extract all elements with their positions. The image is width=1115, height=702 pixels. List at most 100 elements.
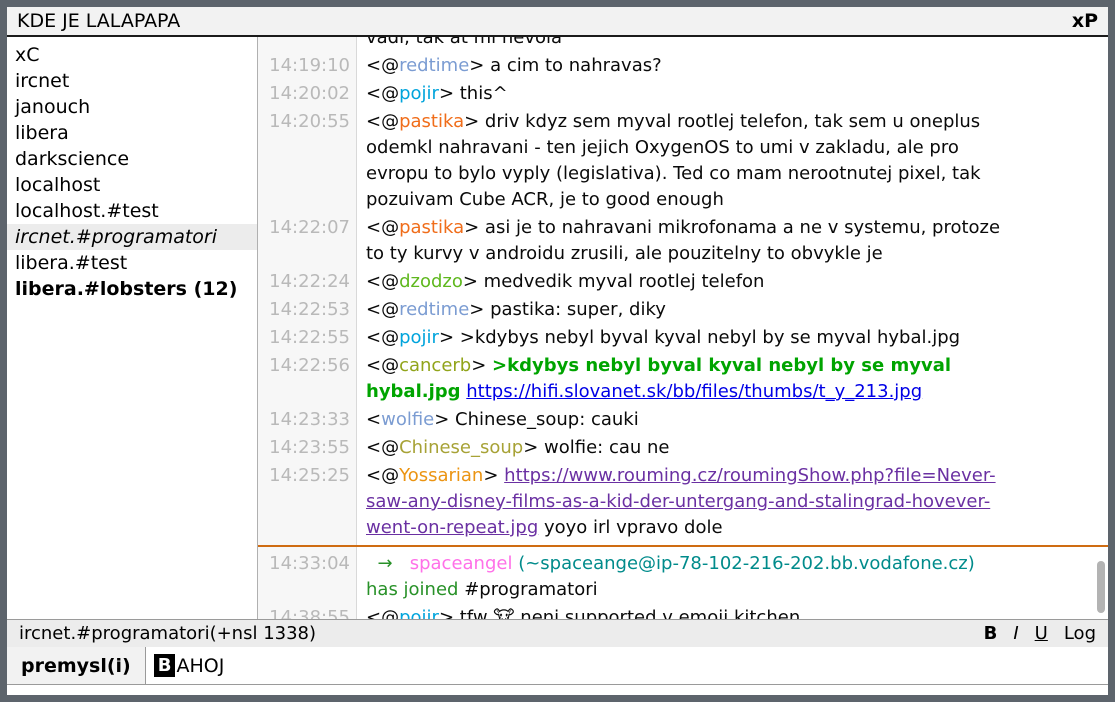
nick-or-colored-text: → [377, 553, 392, 574]
message-text: > [483, 465, 504, 486]
nick-or-colored-text: Chinese_soup [399, 437, 523, 458]
message-row: 14:22:24<@dzodzo> medvedik myval rootlej… [258, 269, 1108, 295]
timestamp: 14:22:07 [258, 215, 357, 267]
message-text: <@ [366, 327, 399, 348]
message-text: > a cim to nahravas? [469, 55, 661, 76]
chat-area: vadi, tak at mi nevola14:19:10<@redtime>… [258, 37, 1108, 619]
message-body: <@Yossarian> https://www.rouming.cz/roum… [357, 463, 1108, 541]
sidebar-item[interactable]: darkscience [7, 146, 257, 172]
sidebar-item[interactable]: localhost [7, 172, 257, 198]
nick-or-colored-text: pastika [399, 217, 464, 238]
timestamp [258, 37, 357, 51]
message-row: 14:23:33 <wolfie> Chinese_soup: cauki [258, 407, 1108, 433]
nick-or-colored-text: pojir [399, 83, 439, 104]
message-body: <@redtime> pastika: super, diky [357, 297, 1108, 323]
timestamp: 14:22:24 [258, 269, 357, 295]
message-text: > pastika: super, diky [469, 299, 666, 320]
timestamp: 14:19:10 [258, 53, 357, 79]
message-text: #programatori [458, 579, 597, 600]
sidebar-item[interactable]: janouch [7, 94, 257, 120]
timestamp: 14:23:33 [258, 407, 357, 433]
nick-or-colored-text: pojir [399, 327, 439, 348]
message-body: <@dzodzo> medvedik myval rootlej telefon [357, 269, 1108, 295]
nick-or-colored-text: wolfie [381, 409, 434, 430]
message-body: <@pastika> asi je to nahravani mikrofona… [357, 215, 1108, 267]
sidebar-item[interactable]: ircnet.#programatori [7, 224, 257, 250]
message-input[interactable]: B AHOJ [146, 647, 1108, 684]
bottom-strip [7, 685, 1108, 695]
message-row: 14:22:07<@pastika> asi je to nahravani m… [258, 215, 1108, 267]
sidebar-item[interactable]: xC [7, 42, 257, 68]
log-button[interactable]: Log [1064, 623, 1096, 644]
message-row: 14:23:55<@Chinese_soup> wolfie: cau ne [258, 435, 1108, 461]
message-text: vadi, tak at mi nevola [366, 37, 562, 48]
message-body: <@cancerb> >kdybys nebyl byval kyval neb… [357, 353, 1108, 405]
message-body: vadi, tak at mi nevola [357, 37, 1108, 51]
message-text: <@ [366, 83, 399, 104]
message-text: <@ [366, 355, 399, 376]
timestamp: 14:33:04 [258, 551, 357, 603]
message-row: vadi, tak at mi nevola [258, 37, 1108, 51]
nick-or-colored-text: (~spaceange@ip-78-102-216-202.bb.vodafon… [518, 553, 975, 574]
message-row: 14:33:04 → spaceangel (~spaceange@ip-78-… [258, 551, 1108, 603]
message-text: <@ [366, 465, 399, 486]
message-row: 14:19:10<@redtime> a cim to nahravas? [258, 53, 1108, 79]
message-body: <@pojir> tfw 🐮 neni supported v emoji ki… [357, 605, 1108, 619]
message-body: <@Chinese_soup> wolfie: cau ne [357, 435, 1108, 461]
message-link[interactable]: https://hifi.slovanet.sk/bb/files/thumbs… [466, 381, 922, 402]
message-text: > wolfie: cau ne [523, 437, 669, 458]
timestamp: 14:38:55 [258, 605, 357, 619]
message-text: > medvedik myval rootlej telefon [463, 271, 765, 292]
message-row: 14:22:55<@pojir> >kdybys nebyl byval kyv… [258, 325, 1108, 351]
nick-or-colored-text: redtime [399, 299, 469, 320]
chat-messages: vadi, tak at mi nevola14:19:10<@redtime>… [258, 37, 1108, 619]
sidebar-item[interactable]: libera.#lobsters (12) [7, 276, 257, 302]
italic-format-button[interactable]: I [1013, 623, 1018, 644]
nick-or-colored-text: has joined [366, 579, 458, 600]
message-text [366, 553, 377, 574]
status-bar: ircnet.#programatori(+nsl 1338) B I U Lo… [7, 619, 1108, 647]
underline-format-button[interactable]: U [1035, 623, 1048, 644]
irc-client-window: KDE JE LALAPAPA xP xCircnetjanouchlibera… [0, 0, 1115, 702]
bold-format-button[interactable]: B [984, 623, 998, 644]
message-row: 14:38:55<@pojir> tfw 🐮 neni supported v … [258, 605, 1108, 619]
message-text: < [366, 409, 381, 430]
sidebar-item[interactable]: libera.#test [7, 250, 257, 276]
message-text: > tfw 🐮 neni supported v emoji kitchen [439, 607, 800, 619]
nick-or-colored-text: cancerb [399, 355, 471, 376]
close-button[interactable]: xP [1072, 10, 1098, 32]
message-text: <@ [366, 271, 399, 292]
sidebar-item[interactable]: libera [7, 120, 257, 146]
message-text: > >kdybys nebyl byval kyval nebyl by se … [439, 327, 960, 348]
scrollbar-thumb[interactable] [1097, 561, 1105, 613]
message-text: <@ [366, 217, 399, 238]
message-row: 14:22:56<@cancerb> >kdybys nebyl byval k… [258, 353, 1108, 405]
title-bar: KDE JE LALAPAPA xP [7, 7, 1108, 37]
nick-or-colored-text: redtime [399, 55, 469, 76]
message-body: <@pojir> this^ [357, 81, 1108, 107]
message-text: > Chinese_soup: cauki [434, 409, 639, 430]
message-text: > [471, 355, 492, 376]
message-text: yoyo irl vpravo dole [538, 517, 722, 538]
unread-marker [258, 545, 1108, 547]
channel-topic-modes: ircnet.#programatori(+nsl 1338) [19, 623, 968, 644]
nick-label: premysl(i) [7, 647, 146, 684]
input-text: AHOJ [176, 655, 224, 677]
message-body: <@redtime> a cim to nahravas? [357, 53, 1108, 79]
channel-list: xCircnetjanouchliberadarksciencelocalhos… [7, 37, 258, 619]
sidebar-item[interactable]: ircnet [7, 68, 257, 94]
nick-or-colored-text: pojir [399, 607, 439, 619]
timestamp: 14:20:02 [258, 81, 357, 107]
input-row: premysl(i) B AHOJ [7, 647, 1108, 685]
timestamp: 14:20:55 [258, 109, 357, 213]
message-row: 14:25:25<@Yossarian> https://www.rouming… [258, 463, 1108, 541]
timestamp: 14:22:56 [258, 353, 357, 405]
message-text: <@ [366, 607, 399, 619]
sidebar-item[interactable]: localhost.#test [7, 198, 257, 224]
timestamp: 14:23:55 [258, 435, 357, 461]
message-body: <@pojir> >kdybys nebyl byval kyval nebyl… [357, 325, 1108, 351]
message-text: <@ [366, 299, 399, 320]
message-row: 14:22:53<@redtime> pastika: super, diky [258, 297, 1108, 323]
message-text: <@ [366, 111, 399, 132]
bold-indicator-icon: B [154, 654, 176, 677]
